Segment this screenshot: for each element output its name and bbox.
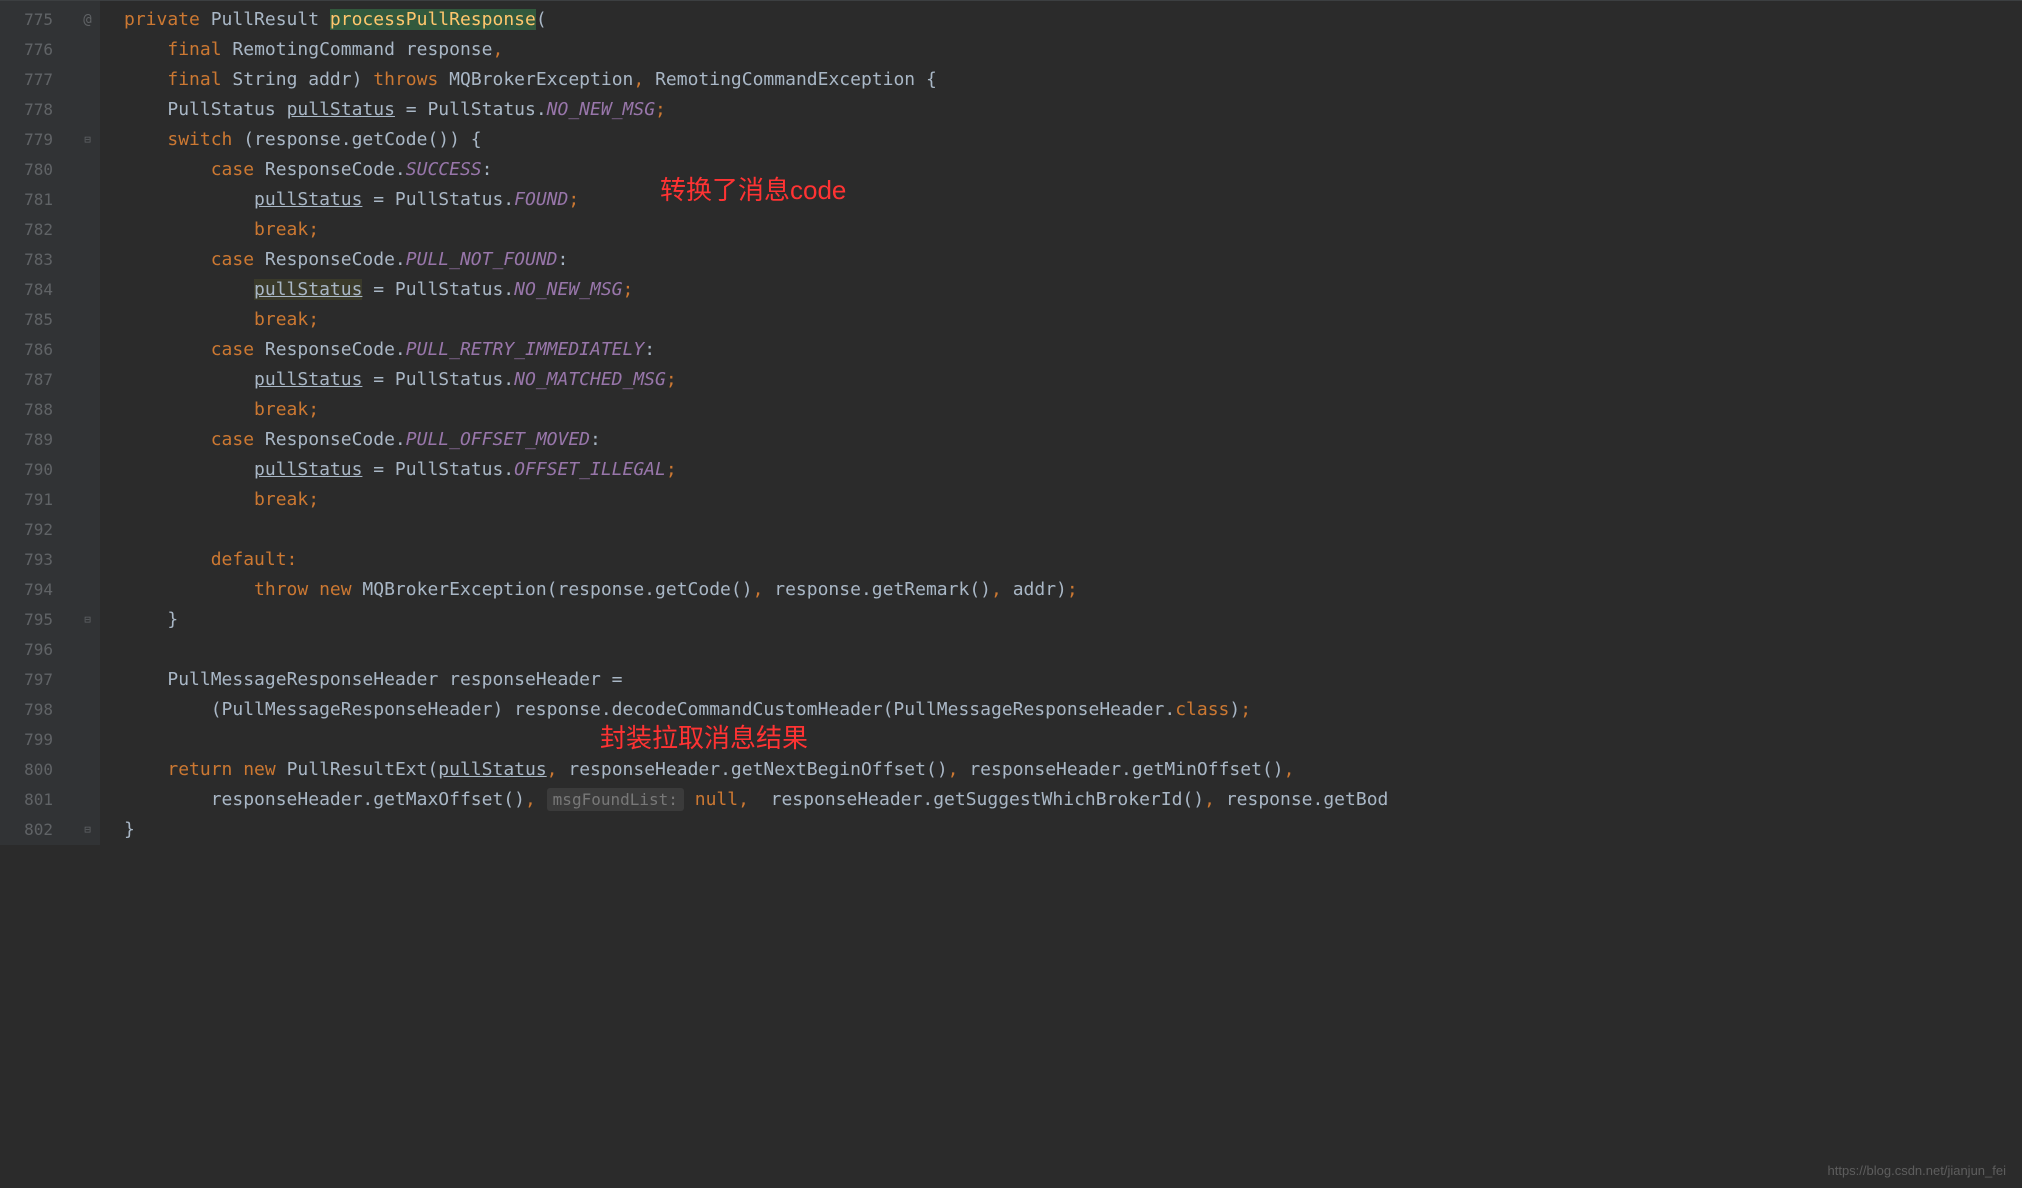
line-number: 775: [0, 5, 75, 35]
code-row[interactable]: pullStatus = PullStatus.OFFSET_ILLEGAL;: [124, 455, 2022, 485]
line-number: 794: [0, 575, 75, 605]
code-row[interactable]: responseHeader.getMaxOffset(), msgFoundL…: [124, 785, 2022, 815]
line-number: 784: [0, 275, 75, 305]
line-number: 792: [0, 515, 75, 545]
annotation-label: 封装拉取消息结果: [600, 717, 808, 760]
line-number: 786: [0, 335, 75, 365]
line-number: 789: [0, 425, 75, 455]
code-row[interactable]: case ResponseCode.SUCCESS:: [124, 155, 2022, 185]
fold-collapse-icon[interactable]: ⊟: [75, 125, 100, 155]
code-row[interactable]: pullStatus = PullStatus.FOUND;: [124, 185, 2022, 215]
line-number: 779: [0, 125, 75, 155]
code-row[interactable]: private PullResult processPullResponse(: [124, 5, 2022, 35]
line-number: 800: [0, 755, 75, 785]
code-row[interactable]: break;: [124, 215, 2022, 245]
line-number: 802: [0, 815, 75, 845]
line-number: 787: [0, 365, 75, 395]
line-number: 793: [0, 545, 75, 575]
watermark: https://blog.csdn.net/jianjun_fei: [1827, 1160, 2006, 1182]
line-number: 782: [0, 215, 75, 245]
code-content[interactable]: private PullResult processPullResponse( …: [100, 1, 2022, 845]
line-number: 795: [0, 605, 75, 635]
line-number: 788: [0, 395, 75, 425]
code-row[interactable]: case ResponseCode.PULL_RETRY_IMMEDIATELY…: [124, 335, 2022, 365]
code-row[interactable]: [124, 635, 2022, 665]
line-number-gutter: 775 776 777 778 779 780 781 782 783 784 …: [0, 1, 75, 845]
line-number: 783: [0, 245, 75, 275]
code-row[interactable]: case ResponseCode.PULL_NOT_FOUND:: [124, 245, 2022, 275]
code-row[interactable]: break;: [124, 395, 2022, 425]
line-number: 797: [0, 665, 75, 695]
fold-collapse-icon[interactable]: ⊟: [75, 605, 100, 635]
code-row[interactable]: }: [124, 815, 2022, 845]
fold-collapse-icon[interactable]: ⊟: [75, 815, 100, 845]
code-row[interactable]: pullStatus = PullStatus.NO_NEW_MSG;: [124, 275, 2022, 305]
code-row[interactable]: PullMessageResponseHeader responseHeader…: [124, 665, 2022, 695]
line-number: 778: [0, 95, 75, 125]
parameter-hint: msgFoundList:: [547, 788, 684, 811]
code-row[interactable]: }: [124, 605, 2022, 635]
line-number: 781: [0, 185, 75, 215]
code-row[interactable]: break;: [124, 485, 2022, 515]
code-row[interactable]: PullStatus pullStatus = PullStatus.NO_NE…: [124, 95, 2022, 125]
code-editor[interactable]: 775 776 777 778 779 780 781 782 783 784 …: [0, 0, 2022, 845]
code-row[interactable]: (PullMessageResponseHeader) response.dec…: [124, 695, 2022, 725]
code-row[interactable]: break;: [124, 305, 2022, 335]
code-row[interactable]: case ResponseCode.PULL_OFFSET_MOVED:: [124, 425, 2022, 455]
code-row[interactable]: switch (response.getCode()) {: [124, 125, 2022, 155]
code-row[interactable]: [124, 515, 2022, 545]
code-row[interactable]: throw new MQBrokerException(response.get…: [124, 575, 2022, 605]
line-number: 785: [0, 305, 75, 335]
line-number: 798: [0, 695, 75, 725]
code-row[interactable]: final RemotingCommand response,: [124, 35, 2022, 65]
code-row[interactable]: default:: [124, 545, 2022, 575]
line-number: 776: [0, 35, 75, 65]
annotation-label: 转换了消息code: [660, 169, 846, 212]
line-number: 790: [0, 455, 75, 485]
code-row[interactable]: [124, 725, 2022, 755]
line-number: 780: [0, 155, 75, 185]
line-number: 799: [0, 725, 75, 755]
code-row[interactable]: pullStatus = PullStatus.NO_MATCHED_MSG;: [124, 365, 2022, 395]
line-number: 796: [0, 635, 75, 665]
code-row[interactable]: final String addr) throws MQBrokerExcept…: [124, 65, 2022, 95]
line-number: 801: [0, 785, 75, 815]
code-row[interactable]: return new PullResultExt(pullStatus, res…: [124, 755, 2022, 785]
line-number: 777: [0, 65, 75, 95]
override-marker-icon[interactable]: @: [75, 5, 100, 35]
fold-marker-gutter: @ ⊟ ⊟ ⊟: [75, 1, 100, 845]
line-number: 791: [0, 485, 75, 515]
